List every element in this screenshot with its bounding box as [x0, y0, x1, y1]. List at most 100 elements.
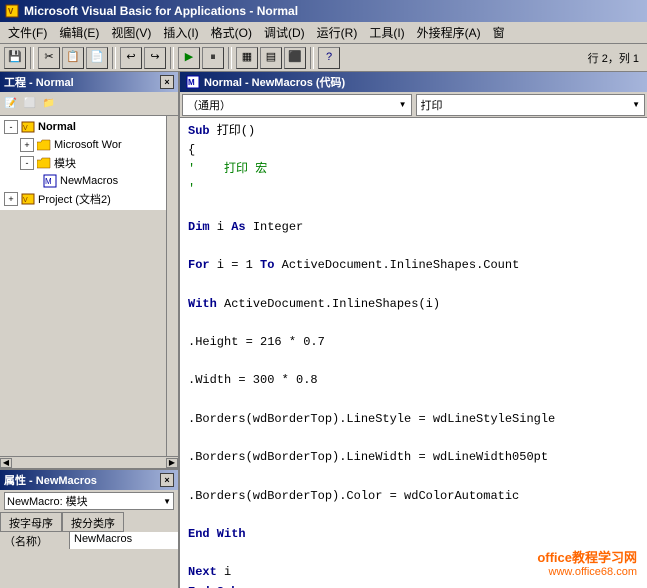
code-line-25: End Sub — [188, 583, 639, 588]
code-line-20: .Borders(wdBorderTop).Color = wdColorAut… — [188, 487, 639, 506]
props-object-dropdown[interactable]: NewMacro: 模块 ▼ — [4, 492, 174, 510]
proj-folder-toggle-btn[interactable]: 📁 — [40, 95, 58, 113]
view-code-icon: 📝 — [5, 98, 17, 109]
project-tree-scroll: - V Normal + Microsoft Wor — [0, 116, 178, 456]
project-icon-project2: V — [20, 191, 36, 207]
folder-icon-word — [36, 137, 52, 153]
scroll-right-btn[interactable]: ▶ — [166, 458, 178, 468]
module-icon-newmacros: M — [42, 173, 58, 189]
toolbar-sep5 — [310, 47, 314, 69]
code-editor[interactable]: Sub 打印() { ' 打印 宏 ' Dim i As Integer For… — [180, 118, 647, 588]
menu-insert[interactable]: 插入(I) — [157, 22, 204, 43]
props-panel-close[interactable]: × — [160, 473, 174, 487]
watermark: office教程学习网 www.office68.com — [537, 547, 637, 578]
menu-window[interactable]: 窗 — [487, 22, 511, 43]
code-line-5 — [188, 199, 639, 218]
tree-item-word[interactable]: + Microsoft Wor — [2, 136, 164, 154]
menu-debug[interactable]: 调试(D) — [258, 22, 311, 43]
toolbar-module-btn[interactable]: ▤ — [260, 47, 282, 69]
code-line-15 — [188, 391, 639, 410]
menu-file[interactable]: 文件(F) — [2, 22, 53, 43]
tree-item-newmacros[interactable]: M NewMacros — [2, 172, 164, 190]
svg-text:V: V — [8, 7, 14, 16]
proj-view-object-btn[interactable]: ⬜ — [21, 95, 39, 113]
toolbar-class-btn[interactable]: ⬛ — [284, 47, 306, 69]
code-line-10: With ActiveDocument.InlineShapes(i) — [188, 295, 639, 314]
expand-word[interactable]: + — [20, 138, 34, 152]
project-tree-scrollbar[interactable] — [166, 116, 178, 456]
code-proc-dropdown[interactable]: 打印 ▼ — [416, 94, 646, 116]
toolbar-paste-btn[interactable]: 📄 — [86, 47, 108, 69]
toolbar-redo-btn[interactable]: ↪ — [144, 47, 166, 69]
toolbar-pause-btn[interactable]: ⏸ — [202, 47, 224, 69]
props-tab-category[interactable]: 按分类序 — [62, 512, 124, 532]
props-key-name: （名称） — [0, 532, 70, 549]
props-table: （名称） NewMacros — [0, 532, 178, 550]
toolbar-copy-btn[interactable]: 📋 — [62, 47, 84, 69]
save-icon: 💾 — [8, 52, 22, 63]
toolbar-cut-btn[interactable]: ✂ — [38, 47, 60, 69]
code-panel-title: Normal - NewMacros (代码) — [204, 74, 345, 90]
toolbar-run-btn[interactable]: ▶ — [178, 47, 200, 69]
tree-label-normal: Normal — [38, 121, 76, 133]
toolbar-save-btn[interactable]: 💾 — [4, 47, 26, 69]
expand-normal[interactable]: - — [4, 120, 18, 134]
properties-panel: 属性 - NewMacros × NewMacro: 模块 ▼ 按字母序 按分类… — [0, 468, 178, 588]
right-panel: M Normal - NewMacros (代码) （通用） ▼ 打印 ▼ Su… — [180, 72, 647, 588]
code-object-arrow: ▼ — [399, 100, 407, 109]
code-toolbar: （通用） ▼ 打印 ▼ — [180, 92, 647, 118]
code-line-16: .Borders(wdBorderTop).LineStyle = wdLine… — [188, 410, 639, 429]
svg-text:V: V — [23, 125, 28, 132]
tree-label-project2: Project (文档2) — [38, 191, 111, 207]
toolbar-undo-btn[interactable]: ↩ — [120, 47, 142, 69]
props-val-name[interactable]: NewMacros — [70, 532, 178, 549]
project-panel-close[interactable]: × — [160, 75, 174, 89]
class-icon: ⬛ — [288, 52, 302, 63]
props-dropdown-label: NewMacro: 模块 — [7, 493, 88, 509]
code-line-18: .Borders(wdBorderTop).LineWidth = wdLine… — [188, 448, 639, 467]
tree-label-newmacros: NewMacros — [60, 175, 118, 187]
code-line-1: Sub 打印() — [188, 122, 639, 141]
code-object-label: （通用） — [187, 97, 231, 113]
title-text: Microsoft Visual Basic for Applications … — [24, 4, 298, 18]
props-tab-alpha[interactable]: 按字母序 — [0, 512, 62, 532]
svg-text:V: V — [23, 197, 28, 204]
code-panel-header: M Normal - NewMacros (代码) — [180, 72, 647, 92]
code-line-14: .Width = 300 * 0.8 — [188, 371, 639, 390]
main-layout: 工程 - Normal × 📝 ⬜ 📁 - — [0, 72, 647, 588]
menu-run[interactable]: 运行(R) — [311, 22, 364, 43]
project-h-scrollbar[interactable]: ◀ ▶ — [0, 456, 178, 468]
tree-label-word: Microsoft Wor — [54, 139, 122, 151]
menu-edit[interactable]: 编辑(E) — [53, 22, 105, 43]
props-dropdown-row: NewMacro: 模块 ▼ — [0, 490, 178, 512]
code-line-13 — [188, 352, 639, 371]
tree-item-project2[interactable]: + V Project (文档2) — [2, 190, 164, 208]
expand-modules[interactable]: - — [20, 156, 34, 170]
proj-view-code-btn[interactable]: 📝 — [2, 95, 20, 113]
scroll-left-btn[interactable]: ◀ — [0, 458, 12, 468]
paste-icon: 📄 — [90, 52, 104, 63]
tree-item-normal[interactable]: - V Normal — [2, 118, 164, 136]
code-object-dropdown[interactable]: （通用） ▼ — [182, 94, 412, 116]
props-tabs: 按字母序 按分类序 — [0, 512, 178, 532]
app-icon: V — [4, 3, 20, 19]
menu-addins[interactable]: 外接程序(A) — [411, 22, 487, 43]
toolbar-sep3 — [170, 47, 174, 69]
code-line-19 — [188, 467, 639, 486]
toolbar-help-btn[interactable]: ? — [318, 47, 340, 69]
dropdown-arrow-icon: ▼ — [163, 497, 171, 506]
project-tree-wrap: - V Normal + Microsoft Wor — [0, 116, 166, 456]
menu-format[interactable]: 格式(O) — [205, 22, 258, 43]
project-panel-header: 工程 - Normal × — [0, 72, 178, 92]
code-line-8: For i = 1 To ActiveDocument.InlineShapes… — [188, 256, 639, 275]
props-panel-header: 属性 - NewMacros × — [0, 470, 178, 490]
menu-view[interactable]: 视图(V) — [105, 22, 157, 43]
toolbar-sep2 — [112, 47, 116, 69]
expand-project2[interactable]: + — [4, 192, 18, 206]
code-proc-arrow: ▼ — [632, 100, 640, 109]
toolbar-userform-btn[interactable]: ▦ — [236, 47, 258, 69]
code-header-icon: M — [186, 75, 200, 89]
tree-item-modules[interactable]: - 模块 — [2, 154, 164, 172]
code-line-17 — [188, 429, 639, 448]
menu-tools[interactable]: 工具(I) — [363, 22, 410, 43]
